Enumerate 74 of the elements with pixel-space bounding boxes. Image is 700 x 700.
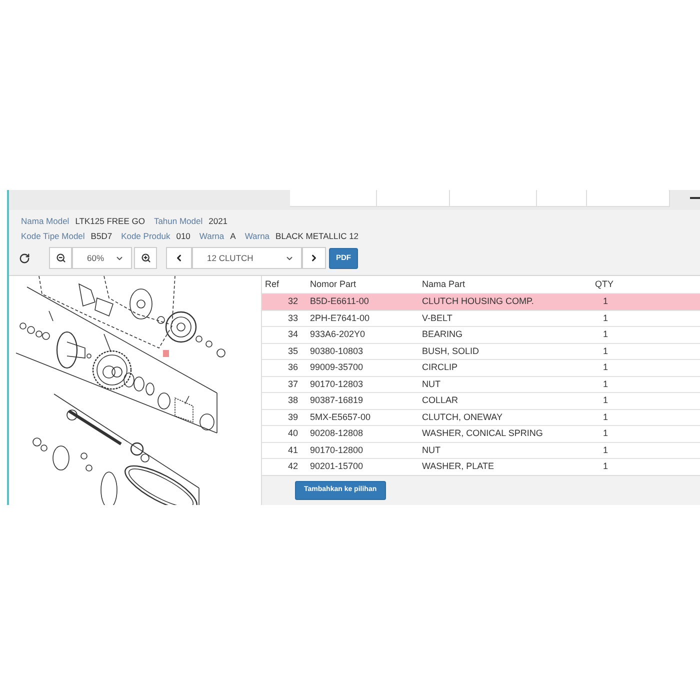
table-cell-text: 40 [286, 427, 299, 440]
table-cell-text: 42 [286, 460, 299, 473]
zoom-out-icon [56, 253, 66, 263]
table-cell-text: NUT [421, 378, 442, 390]
field-value: B5D7 [90, 230, 112, 243]
table-cell-text: BUSH, SOLID [421, 344, 480, 358]
table-cell-text: 1 [602, 394, 610, 407]
table-cell-text: 1 [602, 312, 610, 324]
field-label: Kode Tipe Model [21, 230, 85, 243]
field-label: Kode Produk [121, 230, 170, 243]
table-cell-text: 933A6-202Y0 [309, 328, 366, 341]
table-cell-text: 41 [286, 444, 299, 456]
refresh-icon[interactable] [19, 252, 30, 264]
previous-button[interactable] [166, 247, 192, 269]
table-cell-text: 36 [286, 361, 299, 374]
field-value: 010 [176, 230, 190, 243]
table-cell-text: 1 [602, 444, 610, 456]
table-cell-text: V-BELT [421, 312, 454, 324]
zoom-select[interactable]: 60% [72, 247, 132, 269]
table-cell-text: 1 [602, 328, 610, 341]
zoom-in-icon [140, 253, 150, 263]
table-cell-text: 1 [602, 460, 610, 473]
field-label: Warna [199, 230, 224, 243]
next-button[interactable] [302, 247, 326, 269]
field-value: A [230, 230, 236, 243]
field-value: BLACK METALLIC 12 [276, 230, 359, 243]
table-cell-text: 90170-12800 [309, 444, 364, 456]
section-select[interactable]: 12 CLUTCH [192, 247, 302, 269]
table-cell-text: 1 [602, 295, 610, 308]
table-cell-text: 90208-12808 [309, 427, 364, 440]
field-value: 2021 [208, 215, 228, 228]
table-cell-text: 99009-35700 [309, 361, 364, 374]
column-header: QTY [594, 278, 615, 291]
table-cell-text: 35 [286, 344, 299, 358]
callout-marker-icon [163, 350, 169, 357]
table-cell-text: 90387-16819 [309, 394, 364, 407]
field-value: LTK125 FREE GO [75, 215, 145, 228]
column-header: Ref [264, 278, 280, 291]
table-cell-text: 1 [602, 361, 610, 374]
table-cell-text: CLUTCH, ONEWAY [421, 410, 504, 424]
table-cell-text: CIRCLIP [421, 361, 459, 374]
table-cell-text: WASHER, PLATE [421, 460, 496, 473]
field-label: Nama Model [21, 215, 70, 228]
table-cell-text: CLUTCH HOUSING COMP. [421, 295, 535, 308]
zoom-out-button[interactable] [49, 247, 72, 269]
table-cell-text: B5D-E6611-00 [309, 295, 370, 308]
chevron-right-icon [309, 253, 319, 263]
table-cell-text: 32 [286, 295, 299, 308]
column-header: Nama Part [421, 278, 466, 291]
table-cell-text: 1 [602, 378, 610, 390]
table-cell-text: WASHER, CONICAL SPRING [421, 427, 544, 440]
table-cell-text: 38 [286, 394, 299, 407]
table-cell-text: 39 [286, 410, 299, 424]
table-cell-text: NUT [421, 444, 442, 456]
table-cell-text: 34 [286, 328, 299, 341]
field-label: Warna [244, 230, 270, 243]
dash-icon [690, 197, 700, 199]
table-cell-text: 1 [602, 410, 610, 424]
table-cell-text: 90170-12803 [309, 378, 364, 390]
table-cell-text: 2PH-E7641-00 [309, 312, 371, 324]
table-cell-text: BEARING [421, 328, 464, 341]
table-cell-text: 90380-10803 [309, 344, 364, 358]
chevron-left-icon [174, 253, 184, 263]
table-cell-text: COLLAR [421, 394, 460, 407]
table-cell-text: 33 [286, 312, 299, 324]
zoom-in-button[interactable] [134, 247, 157, 269]
column-header: Nomor Part [309, 278, 358, 291]
field-label: Tahun Model [154, 215, 203, 228]
table-cell-text: 90201-15700 [309, 460, 364, 473]
table-cell-text: 1 [602, 344, 610, 358]
table-cell-text: 1 [602, 427, 610, 440]
table-cell-text: 37 [286, 378, 299, 390]
table-cell-text: 5MX-E5657-00 [309, 410, 372, 424]
table-row[interactable]: 32 B5D-E6611-00 CLUTCH HOUSING COMP. 1 [262, 293, 700, 310]
